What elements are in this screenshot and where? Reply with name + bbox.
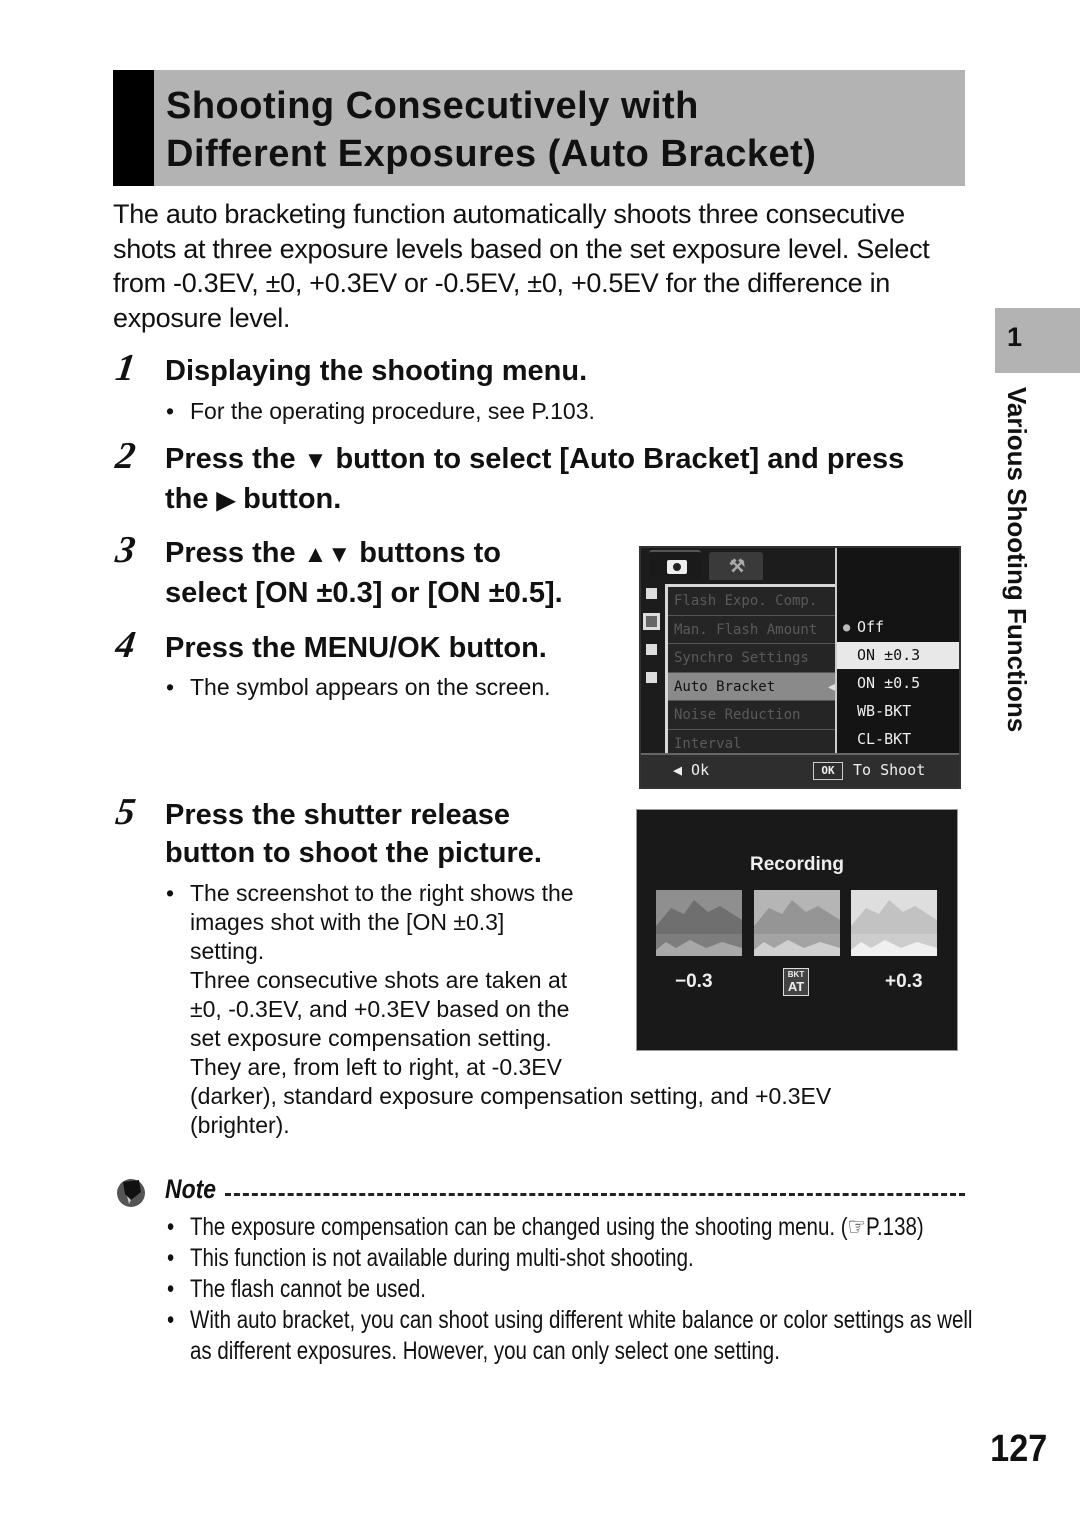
intro-paragraph: The auto bracketing function automatical…: [113, 199, 930, 333]
tab-shooting: [649, 550, 701, 580]
footer-shoot-label: To Shoot: [853, 761, 926, 779]
step-heading: Press the shutter release button to shoot…: [165, 799, 542, 869]
option-item: ● Off: [843, 618, 885, 636]
option-item: ON ±0.5: [857, 674, 921, 692]
camera-menu-screenshot: ⚒ Flash Expo. Comp. Man. Flash Amount Sy…: [639, 546, 961, 789]
option-item: WB-BKT: [857, 702, 912, 720]
exposure-value-left: −0.3: [675, 971, 713, 992]
settings-icon: ⚒: [729, 556, 746, 576]
menu-item-selected: Auto Bracket: [668, 672, 835, 701]
page-indicator: [643, 588, 661, 700]
thumbnail-brighter: [851, 890, 937, 956]
ok-key-icon: OK: [813, 762, 843, 780]
note-item-continuation: as different exposures. However, you can…: [190, 1337, 780, 1365]
chapter-number: 1: [1007, 322, 1023, 352]
page-number: 127: [990, 1428, 1048, 1470]
menu-item: Flash Expo. Comp.: [668, 587, 835, 616]
step-number: 3: [113, 529, 138, 571]
section-title-box: Shooting Consecutively with Different Ex…: [113, 70, 965, 186]
step-number: 4: [113, 624, 138, 666]
step-heading: Press the ▼ button to select [Auto Brack…: [165, 443, 905, 515]
step-number: 2: [113, 435, 138, 477]
step-number: 5: [113, 791, 138, 833]
step-number: 1: [113, 347, 138, 389]
note-heading: Note: [165, 1174, 216, 1204]
menu-footer: ◀ Ok OK To Shoot: [641, 753, 959, 787]
thumbnail-standard: [754, 890, 840, 956]
down-arrow-icon: ▼: [303, 447, 328, 474]
menu-list: Flash Expo. Comp. Man. Flash Amount Sync…: [665, 584, 835, 758]
chapter-label: Various Shooting Functions: [1002, 387, 1032, 733]
options-submenu: ● Off ON ±0.3 ON ±0.5 WB-BKT CL-BKT: [835, 548, 959, 753]
step-bullet: • For the operating procedure, see P.103.: [166, 398, 595, 424]
note-item: • With auto bracket, you can shoot using …: [167, 1306, 973, 1334]
camera-icon: [667, 560, 687, 574]
note-item: • The flash cannot be used.: [167, 1275, 426, 1303]
option-item-highlighted: ON ±0.3: [837, 642, 959, 669]
menu-item: Noise Reduction: [668, 701, 835, 730]
recording-screenshot: Recording −0.3 BKT AT +0.3: [636, 809, 958, 1051]
up-down-arrow-icon: ▲▼: [303, 541, 352, 568]
step-heading: Press the MENU/OK button.: [165, 632, 547, 664]
footer-back-label: ◀ Ok: [673, 761, 710, 779]
note-list: • The exposure compensation can be change…: [167, 1212, 980, 1367]
step-bullet: • The symbol appears on the screen.: [166, 674, 551, 700]
right-arrow-icon: ▶: [216, 487, 236, 514]
page-title: Shooting Consecutively with Different Ex…: [166, 85, 817, 175]
chapter-tab: 1: [995, 308, 1080, 373]
note-item: • This function is not available during m…: [167, 1244, 694, 1272]
option-item: CL-BKT: [857, 730, 912, 748]
note-icon: [115, 1176, 147, 1208]
menu-item: Synchro Settings: [668, 644, 835, 673]
note-item: • The exposure compensation can be change…: [167, 1213, 924, 1241]
title-accent-bar: [113, 70, 154, 186]
step-heading: Displaying the shooting menu.: [165, 355, 588, 387]
tab-setup: ⚒: [709, 552, 763, 580]
thumbnail-darker: [656, 890, 742, 956]
step-heading: Press the ▲▼ buttons to select [ON ±0.3]…: [165, 537, 563, 609]
menu-item: Man. Flash Amount: [668, 615, 835, 644]
auto-bracket-icon: BKT AT: [783, 968, 809, 996]
exposure-value-right: +0.3: [885, 971, 923, 992]
recording-title: Recording: [750, 854, 844, 875]
note-divider: [225, 1193, 965, 1196]
